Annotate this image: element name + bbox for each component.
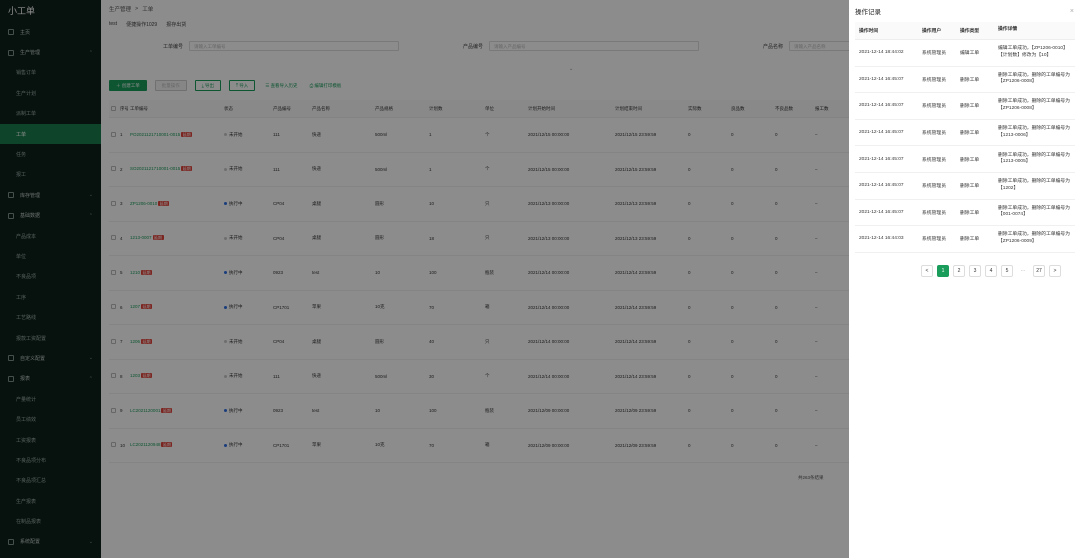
log-header-detail: 操作详情 (998, 27, 1018, 33)
log-user: 系统管理员 (922, 51, 946, 57)
log-header-type: 操作类型 (960, 29, 980, 34)
page-1-button[interactable]: 1 (937, 265, 949, 277)
log-detail: 删除工单成功，删除的工单编号为【1213-0005】 (998, 152, 1070, 165)
log-user: 系统管理员 (922, 210, 946, 216)
page-5-button[interactable]: 5 (1001, 265, 1013, 277)
log-row: 2021-12-14 16:45:07 系统管理员 删除工单 删除工单成功，删除的工单… (855, 146, 1075, 173)
log-time: 2021-12-14 16:45:07 (859, 156, 904, 162)
prev-page-button[interactable]: < (921, 265, 933, 277)
log-type: 删除工单 (960, 77, 980, 83)
log-type: 删除工单 (960, 104, 980, 110)
log-detail: 编辑工单成功，【ZP1206-0010】【计划数】修改为【10】 (998, 46, 1068, 58)
app-root: 小工单 主页 生产管理 ⌃ 销售订单 生产计划 派制工单 工单 任务 报工 库存管理 ⌄ 基础数据 ⌃ 产… (0, 0, 1080, 558)
log-user: 系统管理员 (922, 157, 946, 163)
page-3-button[interactable]: 3 (969, 265, 981, 277)
page-ellipsis[interactable]: ··· (1017, 265, 1029, 277)
log-row: 2021-12-14 16:45:07 系统管理员 删除工单 删除工单成功，删除的工单… (855, 200, 1075, 227)
log-time: 2021-12-14 16:45:07 (859, 103, 904, 109)
log-detail: 删除工单成功，删除的工单编号为【ZP1206-0008】 (998, 99, 1070, 111)
drawer-pagination: < 1 2 3 4 5 ··· 27 > (921, 265, 1061, 277)
log-time: 2021-12-14 16:45:07 (859, 130, 904, 136)
log-table-header: 操作时间 操作用户 操作类型 操作详情 (855, 22, 1075, 40)
log-row: 2021-12-14 16:45:07 系统管理员 删除工单 删除工单成功，删除的工单… (855, 67, 1075, 94)
log-user: 系统管理员 (922, 77, 946, 83)
log-type: 删除工单 (960, 131, 980, 137)
log-type: 编辑工单 (960, 51, 980, 57)
drawer-title: 操作记录 (855, 9, 881, 16)
operation-log-drawer: 操作记录 × 操作时间 操作用户 操作类型 操作详情 2021-12-14 18… (849, 0, 1080, 558)
log-time: 2021-12-14 16:44:03 (859, 236, 904, 242)
page-last-button[interactable]: 27 (1033, 265, 1045, 277)
log-row: 2021-12-14 16:45:07 系统管理员 删除工单 删除工单成功，删除的工单… (855, 93, 1075, 120)
next-page-button[interactable]: > (1049, 265, 1061, 277)
log-type: 删除工单 (960, 157, 980, 163)
page-2-button[interactable]: 2 (953, 265, 965, 277)
log-detail: 删除工单成功，删除的工单编号为【001-0074】 (998, 205, 1070, 218)
log-row: 2021-12-14 18:44:02 系统管理员 编辑工单 编辑工单成功，【ZP12… (855, 40, 1075, 67)
log-detail: 删除工单成功，删除的工单编号为【1202】 (998, 179, 1070, 191)
log-time: 2021-12-14 16:45:07 (859, 209, 904, 215)
log-detail: 删除工单成功，删除的工单编号为【ZP1206-0008】 (998, 72, 1070, 85)
operation-log-table: 操作时间 操作用户 操作类型 操作详情 2021-12-14 18:44:02 系… (855, 22, 1075, 253)
log-time: 2021-12-14 18:44:02 (859, 50, 904, 56)
overlay-mask[interactable] (0, 0, 849, 558)
log-header-user: 操作用户 (922, 29, 942, 34)
log-type: 删除工单 (960, 237, 980, 243)
log-header-time: 操作时间 (859, 29, 879, 34)
log-table-body: 2021-12-14 18:44:02 系统管理员 编辑工单 编辑工单成功，【ZP12… (855, 40, 1075, 253)
log-detail: 删除工单成功，删除的工单编号为【1213-0006】 (998, 126, 1070, 138)
log-user: 系统管理员 (922, 237, 946, 243)
log-user: 系统管理员 (922, 184, 946, 190)
log-time: 2021-12-14 16:45:07 (859, 183, 904, 189)
log-user: 系统管理员 (922, 104, 946, 110)
page-4-button[interactable]: 4 (985, 265, 997, 277)
log-type: 删除工单 (960, 184, 980, 190)
log-row: 2021-12-14 16:44:03 系统管理员 删除工单 删除工单成功，删除的工单… (855, 226, 1075, 253)
log-user: 系统管理员 (922, 131, 946, 137)
log-row: 2021-12-14 16:45:07 系统管理员 删除工单 删除工单成功，删除的工单… (855, 173, 1075, 200)
log-detail: 删除工单成功，删除的工单编号为【ZP1206-0009】 (998, 232, 1070, 244)
log-row: 2021-12-14 16:45:07 系统管理员 删除工单 删除工单成功，删除的工单… (855, 120, 1075, 147)
drawer-header: 操作记录 × (849, 0, 1080, 22)
log-type: 删除工单 (960, 210, 980, 216)
close-icon[interactable]: × (1070, 8, 1074, 15)
log-time: 2021-12-14 16:45:07 (859, 76, 904, 82)
